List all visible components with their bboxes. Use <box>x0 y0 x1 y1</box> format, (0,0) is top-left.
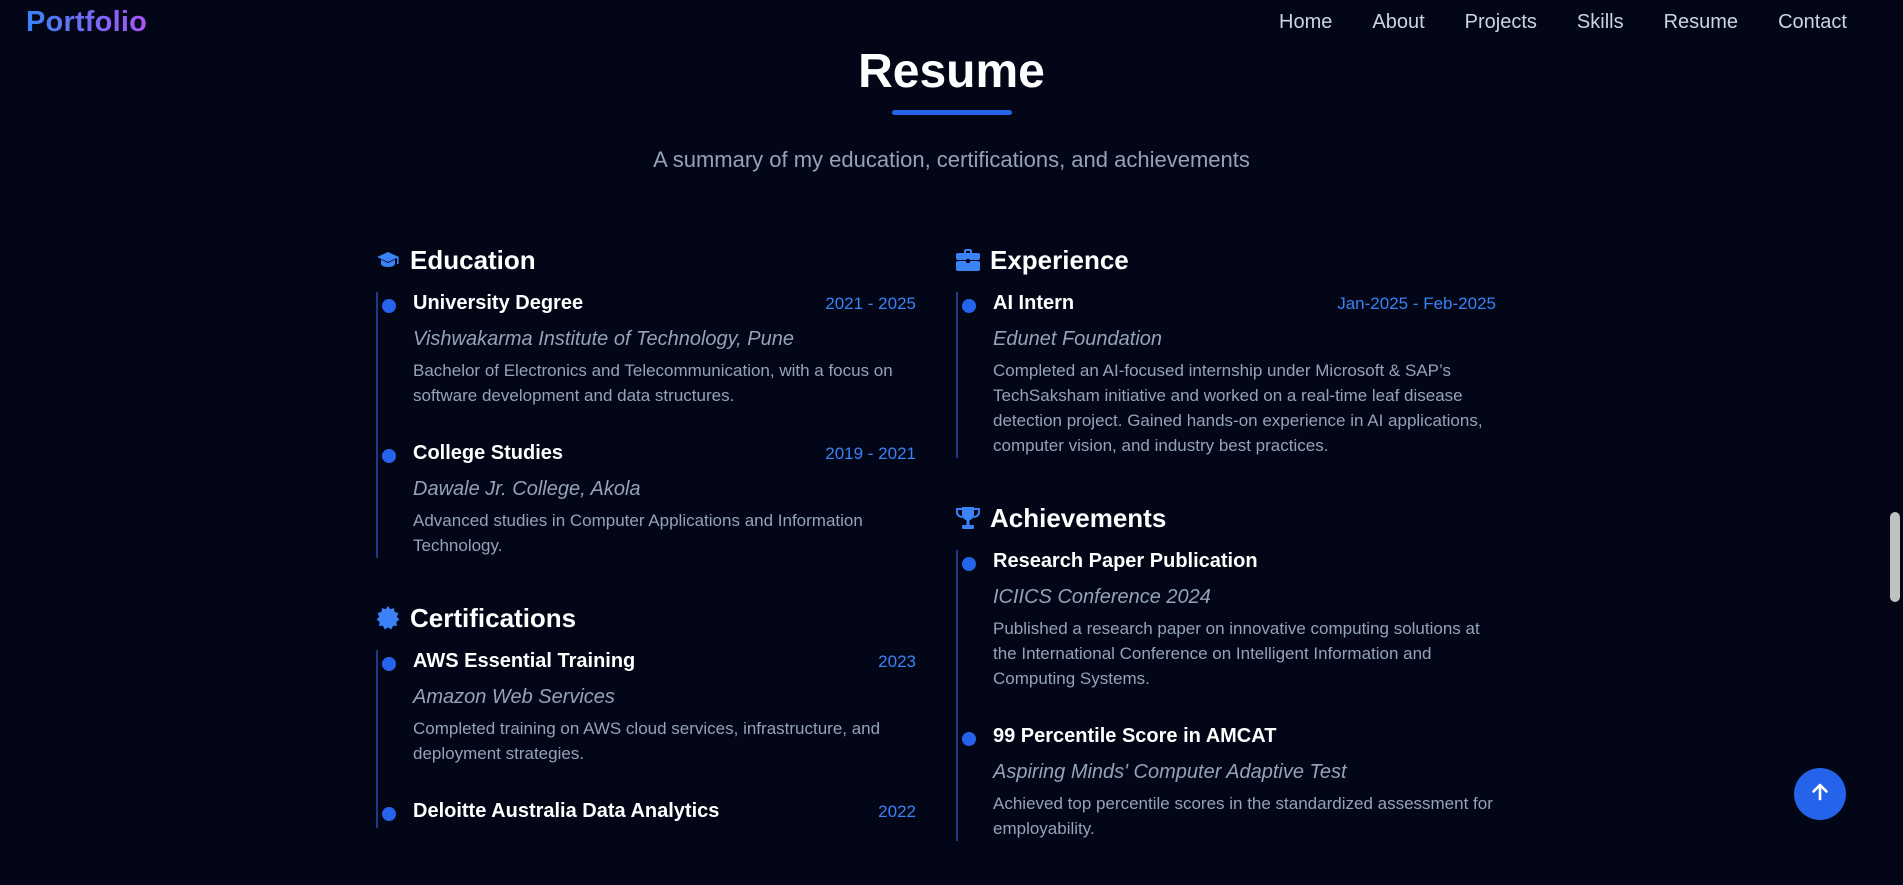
certifications-section: Certifications AWS Essential Training 20… <box>376 602 916 828</box>
timeline-dot <box>382 807 396 821</box>
logo[interactable]: Portfolio <box>26 6 147 39</box>
page-title: Resume <box>858 45 1045 98</box>
entry-date: 2021 - 2025 <box>825 294 916 313</box>
education-section: Education University Degree 2021 - 2025 … <box>376 244 916 558</box>
certifications-title: Certifications <box>410 602 577 633</box>
achievements-section: Achievements Research Paper Publication … <box>956 502 1496 841</box>
experience-heading: Experience <box>956 244 1496 276</box>
nav-link-resume[interactable]: Resume <box>1664 11 1738 34</box>
entry-title: Deloitte Australia Data Analytics <box>413 800 720 822</box>
experience-title: Experience <box>990 244 1129 275</box>
entry-title: University Degree <box>413 292 584 314</box>
page-subtitle: A summary of my education, certification… <box>653 147 1250 172</box>
achievements-timeline: Research Paper Publication ICIICS Confer… <box>956 550 1496 841</box>
page-scrollbar[interactable] <box>1886 0 1903 850</box>
experience-section: Experience AI Intern Jan-2025 - Feb-2025… <box>956 244 1496 458</box>
resume-right-column: Experience AI Intern Jan-2025 - Feb-2025… <box>956 244 1496 885</box>
entry-title: AWS Essential Training <box>413 650 636 672</box>
entry-description: Advanced studies in Computer Application… <box>413 511 863 555</box>
education-heading: Education <box>376 244 916 276</box>
entry-date: Jan-2025 - Feb-2025 <box>1337 294 1496 313</box>
entry-date: 2022 <box>878 802 916 821</box>
education-title: Education <box>410 244 536 275</box>
trophy-icon <box>956 506 980 530</box>
certifications-timeline: AWS Essential Training 2023 Amazon Web S… <box>376 650 916 828</box>
entry-title: 99 Percentile Score in AMCAT <box>993 725 1277 747</box>
timeline-dot <box>962 732 976 746</box>
nav-link-about[interactable]: About <box>1372 11 1424 34</box>
timeline-dot <box>962 557 976 571</box>
resume-header: Resume A summary of my education, certif… <box>0 44 1903 173</box>
experience-entry: AI Intern Jan-2025 - Feb-2025 Edunet Fou… <box>958 292 1496 458</box>
achievement-entry: 99 Percentile Score in AMCAT Aspiring Mi… <box>958 725 1496 841</box>
achievements-heading: Achievements <box>956 502 1496 534</box>
education-entry: University Degree 2021 - 2025 Vishwakarm… <box>378 292 916 442</box>
achievement-entry: Research Paper Publication ICIICS Confer… <box>958 550 1496 725</box>
resume-left-column: Education University Degree 2021 - 2025 … <box>376 244 916 872</box>
entry-title: Research Paper Publication <box>993 550 1258 572</box>
nav-links: Home About Projects Skills Resume Contac… <box>1279 11 1847 34</box>
education-entry: College Studies 2019 - 2021 Dawale Jr. C… <box>378 442 916 558</box>
entry-organization: Amazon Web Services <box>413 686 615 708</box>
timeline-dot <box>382 449 396 463</box>
entry-description: Bachelor of Electronics and Telecommunic… <box>413 361 893 405</box>
entry-date: 2023 <box>878 652 916 671</box>
title-underline <box>891 110 1012 115</box>
entry-title: AI Intern <box>993 292 1075 314</box>
entry-organization: Aspiring Minds' Computer Adaptive Test <box>993 761 1347 783</box>
entry-organization: Vishwakarma Institute of Technology, Pun… <box>413 328 794 350</box>
entry-organization: Dawale Jr. College, Akola <box>413 478 641 500</box>
graduation-cap-icon <box>376 248 400 272</box>
entry-description: Completed an AI-focused internship under… <box>993 361 1483 455</box>
nav-link-home[interactable]: Home <box>1279 11 1332 34</box>
certificate-icon <box>376 606 400 630</box>
certification-entry: Deloitte Australia Data Analytics 2022 <box>378 800 916 828</box>
arrow-up-icon <box>1810 782 1830 807</box>
timeline-dot <box>382 657 396 671</box>
navbar: Portfolio Home About Projects Skills Res… <box>0 0 1903 44</box>
entry-description: Achieved top percentile scores in the st… <box>993 794 1493 838</box>
scrollbar-thumb[interactable] <box>1890 512 1900 602</box>
scroll-to-top-button[interactable] <box>1794 768 1846 820</box>
nav-link-contact[interactable]: Contact <box>1778 11 1847 34</box>
nav-link-projects[interactable]: Projects <box>1465 11 1537 34</box>
timeline-dot <box>962 299 976 313</box>
entry-organization: Edunet Foundation <box>993 328 1163 350</box>
entry-date: 2019 - 2021 <box>825 444 916 463</box>
nav-link-skills[interactable]: Skills <box>1577 11 1624 34</box>
entry-title: College Studies <box>413 442 564 464</box>
entry-organization: ICIICS Conference 2024 <box>993 586 1211 608</box>
entry-description: Published a research paper on innovative… <box>993 619 1480 688</box>
achievements-title: Achievements <box>990 502 1167 533</box>
certification-entry: AWS Essential Training 2023 Amazon Web S… <box>378 650 916 800</box>
education-timeline: University Degree 2021 - 2025 Vishwakarm… <box>376 292 916 558</box>
certifications-heading: Certifications <box>376 602 916 634</box>
briefcase-icon <box>956 248 980 272</box>
timeline-dot <box>382 299 396 313</box>
experience-timeline: AI Intern Jan-2025 - Feb-2025 Edunet Fou… <box>956 292 1496 458</box>
entry-description: Completed training on AWS cloud services… <box>413 719 881 763</box>
